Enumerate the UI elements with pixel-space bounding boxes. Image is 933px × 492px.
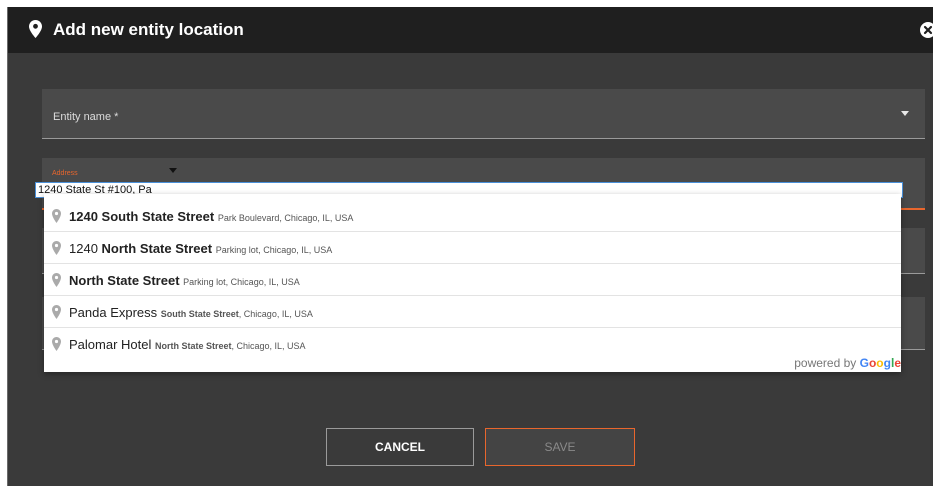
powered-by-prefix: powered by <box>794 356 860 370</box>
google-letter: e <box>894 356 901 370</box>
list-item[interactable]: 1240 South State Street Park Boulevard, … <box>44 200 901 232</box>
list-item[interactable]: North State Street Parking lot, Chicago,… <box>44 264 901 296</box>
suggestion-secondary-bold: North State Street <box>154 341 232 351</box>
entity-name-select[interactable]: Entity name * <box>42 89 925 139</box>
suggestion-secondary: , Chicago, IL, USA <box>238 309 313 319</box>
location-pin-icon <box>29 20 42 38</box>
suggestion-main-bold: 1240 South State Street <box>69 209 215 224</box>
dialog-header: Add new entity location <box>8 7 933 53</box>
suggestion-main-bold: North State Street <box>69 273 180 288</box>
chevron-down-icon <box>169 168 177 173</box>
suggestion-secondary: , Chicago, IL, USA <box>231 341 306 351</box>
chevron-down-icon <box>901 111 909 116</box>
map-pin-icon <box>52 273 61 287</box>
entity-name-label: Entity name * <box>53 111 119 123</box>
suggestion-main-prefix: Palomar Hotel <box>69 337 155 352</box>
address-label: Address <box>52 170 78 177</box>
powered-by-google: powered by Google <box>794 356 901 370</box>
dialog-title: Add new entity location <box>53 20 244 39</box>
save-button[interactable]: SAVE <box>485 428 635 466</box>
google-letter: g <box>883 356 891 370</box>
list-item[interactable]: 1240 North State Street Parking lot, Chi… <box>44 232 901 264</box>
list-item[interactable]: Palomar Hotel North State Street, Chicag… <box>44 328 901 360</box>
cancel-button[interactable]: CANCEL <box>326 428 474 466</box>
map-pin-icon <box>52 337 61 351</box>
suggestion-main-prefix: 1240 <box>69 241 102 256</box>
map-pin-icon <box>52 305 61 319</box>
suggestion-main-prefix: Panda Express <box>69 305 161 320</box>
address-suggestions-list: 1240 South State Street Park Boulevard, … <box>44 194 901 372</box>
map-pin-icon <box>52 209 61 223</box>
google-letter: G <box>859 356 869 370</box>
suggestion-secondary-bold: South State Street <box>160 309 239 319</box>
map-pin-icon <box>52 241 61 255</box>
suggestion-secondary: Parking lot, Chicago, IL, USA <box>183 277 300 287</box>
suggestion-main-bold: North State Street <box>101 241 213 256</box>
google-letter: o <box>876 356 884 370</box>
close-icon[interactable] <box>920 22 933 38</box>
google-logo: Google <box>860 356 901 370</box>
list-item[interactable]: Panda Express South State Street, Chicag… <box>44 296 901 328</box>
suggestion-secondary: Park Boulevard, Chicago, IL, USA <box>217 213 354 223</box>
suggestion-secondary: Parking lot, Chicago, IL, USA <box>215 245 333 255</box>
